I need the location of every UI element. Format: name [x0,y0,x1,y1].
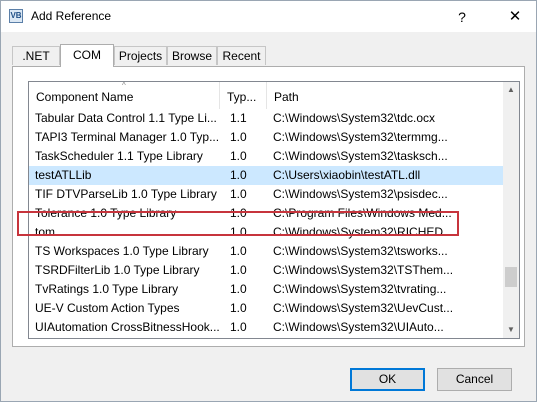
list-item[interactable]: Tolerance 1.0 Type Library 1.0 C:\Progra… [29,204,503,223]
scroll-up-arrow-icon[interactable]: ▲ [503,82,519,98]
component-type: 1.0 [230,168,247,182]
component-type: 1.0 [230,206,247,220]
component-path: C:\Windows\System32\UevCust... [273,301,454,315]
column-path[interactable]: Path [267,82,503,109]
list-item[interactable]: TIF DTVParseLib 1.0 Type Library 1.0 C:\… [29,185,503,204]
component-type: 1.0 [230,130,247,144]
tab-browse[interactable]: Browse [167,46,217,65]
tab-projects[interactable]: Projects [114,46,167,65]
help-button[interactable]: ? [449,6,475,28]
component-type: 1.0 [230,149,247,163]
component-name: tom [35,225,56,239]
component-path: C:\Windows\System32\UIAuto... [273,320,444,334]
component-path: C:\Windows\System32\RICHED... [273,225,454,239]
component-name: TS Workspaces 1.0 Type Library [35,244,209,258]
component-path: C:\Windows\System32\tasksch... [273,149,448,163]
component-type: 1.0 [230,263,247,277]
component-name: TvRatings 1.0 Type Library [35,282,179,296]
title-bar[interactable]: VB Add Reference ? ✕ [1,1,536,32]
ok-button[interactable]: OK [350,368,425,391]
scroll-thumb[interactable] [505,267,517,287]
component-type: 1.0 [230,244,247,258]
component-type: 1.0 [230,301,247,315]
list-item-selected[interactable]: testATLLib 1.0 C:\Users\xiaobin\testATL.… [29,166,503,185]
list-item[interactable]: TAPI3 Terminal Manager 1.0 Typ... 1.0 C:… [29,128,503,147]
list-item[interactable]: Tabular Data Control 1.1 Type Li... 1.1 … [29,109,503,128]
column-component-name[interactable]: Component Name [29,82,219,109]
com-tab-panel: ^ Component Name Typ... Path Tabular Dat… [12,66,525,347]
component-name: testATLLib [35,168,92,182]
component-name: Tolerance 1.0 Type Library [35,206,177,220]
component-type: 1.1 [230,111,247,125]
tab-recent[interactable]: Recent [217,46,266,65]
component-type: 1.0 [230,320,247,334]
component-name: TaskScheduler 1.1 Type Library [35,149,203,163]
list-item[interactable]: TS Workspaces 1.0 Type Library 1.0 C:\Wi… [29,242,503,261]
component-path: C:\Windows\System32\TSThem... [273,263,454,277]
component-path: C:\Windows\System32\tdc.ocx [273,111,436,125]
list-item[interactable]: UE-V Custom Action Types 1.0 C:\Windows\… [29,299,503,318]
list-item[interactable]: TaskScheduler 1.1 Type Library 1.0 C:\Wi… [29,147,503,166]
vertical-scrollbar[interactable]: ▲ ▼ [503,82,519,338]
list-item[interactable]: TvRatings 1.0 Type Library 1.0 C:\Window… [29,280,503,299]
add-reference-dialog: VB Add Reference ? ✕ .NET COM Projects B… [0,0,537,402]
component-path: C:\Program Files\Windows Med... [273,206,452,220]
component-name: UE-V Custom Action Types [35,301,180,315]
component-type: 1.0 [230,225,247,239]
component-name: UIAutomation CrossBitnessHook... [35,320,219,334]
component-path: C:\Windows\System32\psisdec... [273,187,448,201]
cancel-button[interactable]: Cancel [437,368,512,391]
column-type[interactable]: Typ... [220,82,266,109]
component-name: TAPI3 Terminal Manager 1.0 Typ... [35,130,219,144]
component-path: C:\Windows\System32\termmg... [273,130,448,144]
component-path: C:\Users\xiaobin\testATL.dll [273,168,421,182]
list-item[interactable]: TSRDFilterLib 1.0 Type Library 1.0 C:\Wi… [29,261,503,280]
scroll-down-arrow-icon[interactable]: ▼ [503,322,519,338]
component-type: 1.0 [230,282,247,296]
component-path: C:\Windows\System32\tvrating... [273,282,447,296]
component-name: TSRDFilterLib 1.0 Type Library [35,263,200,277]
component-list[interactable]: ^ Component Name Typ... Path Tabular Dat… [28,81,520,339]
component-name: Tabular Data Control 1.1 Type Li... [35,111,217,125]
component-type: 1.0 [230,187,247,201]
component-name: TIF DTVParseLib 1.0 Type Library [35,187,217,201]
tab-com[interactable]: COM [60,44,114,67]
visual-basic-icon: VB [9,9,23,23]
list-item[interactable]: tom 1.0 C:\Windows\System32\RICHED... [29,223,503,242]
dialog-title: Add Reference [31,9,112,23]
tab-dotnet[interactable]: .NET [12,46,60,65]
close-button[interactable]: ✕ [501,6,529,28]
list-header: ^ Component Name Typ... Path [29,82,503,109]
component-path: C:\Windows\System32\tsworks... [273,244,448,258]
list-item[interactable]: UIAutomation CrossBitnessHook... 1.0 C:\… [29,318,503,337]
